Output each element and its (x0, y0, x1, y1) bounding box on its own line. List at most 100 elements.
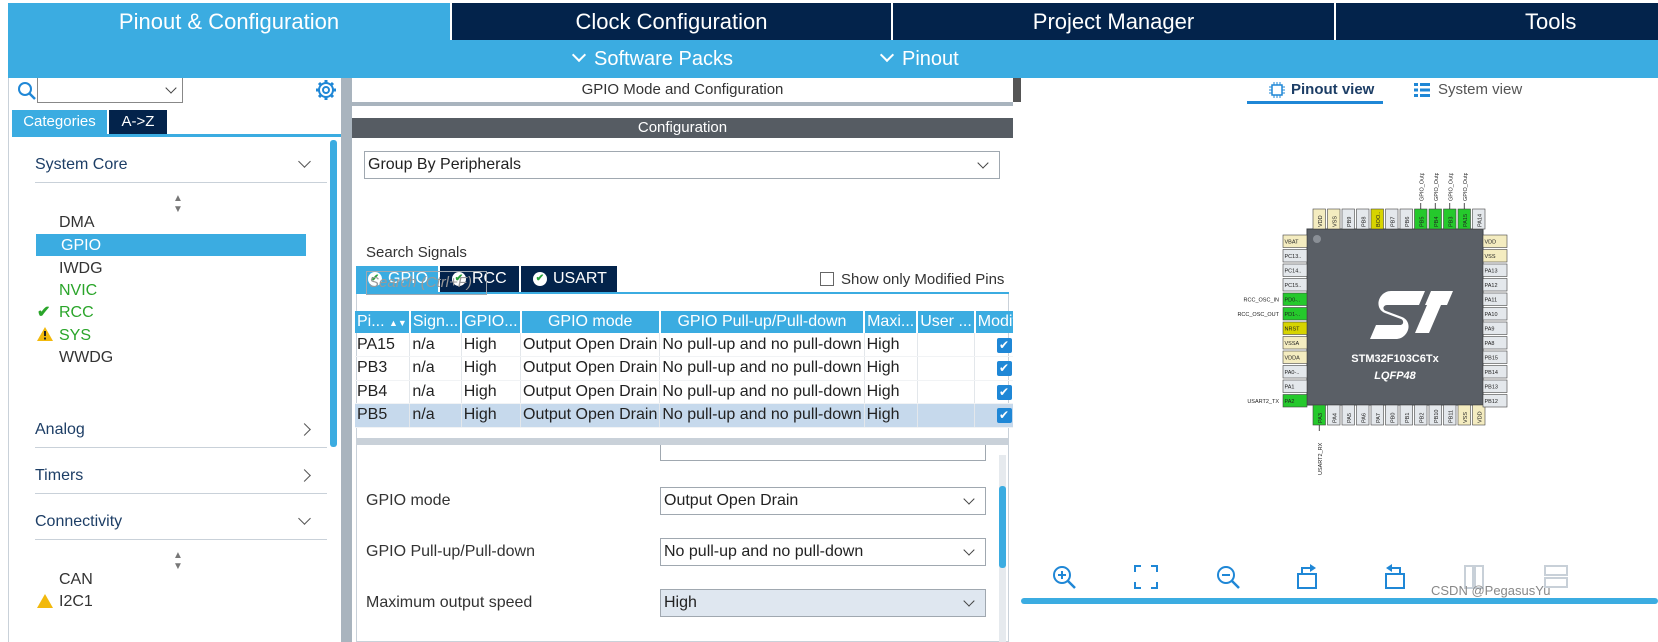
category-item[interactable]: CAN (59, 571, 93, 589)
sub-menu-bar: Software Packs Pinout (8, 40, 1658, 78)
cell-gpio-level: High (461, 403, 522, 428)
rotate-left-icon[interactable] (1378, 564, 1406, 592)
cell-user-label[interactable] (917, 403, 976, 428)
group-by-select[interactable]: Group By Peripherals (364, 151, 1000, 179)
show-modified-checkbox[interactable] (820, 272, 834, 286)
zoom-in-icon[interactable] (1050, 564, 1078, 592)
cell-signal: n/a (409, 380, 462, 404)
cell-user-label[interactable] (917, 333, 976, 357)
category-item[interactable]: IWDG (59, 260, 103, 278)
category-item[interactable]: NVIC (59, 282, 97, 300)
cell-gpio-mode: Output Open Drain (520, 403, 661, 428)
horizontal-scrollbar[interactable] (1021, 598, 1658, 604)
tab-tools[interactable]: Tools (1336, 3, 1658, 40)
pin-label: PB8 (1361, 217, 1367, 227)
pin-label: PD1-.. (1285, 312, 1301, 318)
tab-system-view[interactable]: System view (1414, 80, 1534, 102)
column-header[interactable]: Modif... (974, 311, 1013, 333)
tab-clock-configuration[interactable]: Clock Configuration (452, 3, 891, 40)
search-combo[interactable] (37, 78, 183, 103)
category-item[interactable]: SYS (59, 327, 91, 345)
search-signals-input[interactable]: Search (Ctrl+F) (366, 271, 487, 295)
search-signals-label: Search Signals (366, 244, 467, 261)
inner-splitter[interactable] (356, 438, 1009, 445)
chevron-down-icon (963, 595, 975, 607)
tab-pinout-configuration[interactable]: Pinout & Configuration (8, 3, 450, 40)
section-connectivity[interactable]: Connectivity (35, 504, 327, 540)
tab-categories[interactable]: Categories (12, 110, 107, 134)
pin-label: VBAT (1285, 239, 1300, 245)
pull-up-down-select[interactable]: No pull-up and no pull-down (660, 538, 986, 566)
sort-icon[interactable]: ▲ ▼ (173, 550, 183, 572)
category-item: GPIO (61, 237, 102, 254)
select-value: No pull-up and no pull-down (664, 543, 864, 560)
pin-label: PB0 (1390, 413, 1396, 423)
pin-label: PC14.. (1285, 268, 1302, 274)
check-circle-icon: ✔ (533, 272, 547, 286)
chevron-down-icon (879, 47, 895, 63)
cell-signal: n/a (409, 333, 462, 357)
collapse-arrow-icon[interactable] (1013, 78, 1021, 102)
pinout-menu[interactable]: Pinout (879, 40, 959, 78)
table-row[interactable]: PB3 n/a High Output Open Drain No pull-u… (355, 356, 1013, 381)
cell-gpio-mode: Output Open Drain (520, 333, 661, 357)
tab-a-z[interactable]: A->Z (109, 110, 167, 134)
section-system-core[interactable]: System Core (35, 147, 327, 183)
tab-pinout-view[interactable]: Pinout view (1247, 78, 1383, 104)
table-row-selected[interactable]: PB5 n/a High Output Open Drain No pull-u… (355, 403, 1013, 428)
column-header[interactable]: Maxi... (864, 311, 919, 333)
category-item[interactable]: WWDG (59, 349, 113, 367)
cell-gpio-level: High (461, 333, 522, 357)
table-row[interactable]: PB4 n/a High Output Open Drain No pull-u… (355, 380, 1013, 404)
pin-label: PB2 (1419, 413, 1425, 423)
chevron-down-icon (298, 512, 311, 525)
category-item[interactable]: DMA (59, 214, 95, 232)
cell-pin: PB4 (355, 380, 411, 404)
pin1-marker (1313, 235, 1321, 243)
section-label: Analog (35, 421, 85, 438)
mcu-pinout-diagram[interactable]: STM32F103C6Tx LQFP48 VDD VSS PB9 PB8 BOO.. PB7 P… (1211, 173, 1531, 503)
gear-icon[interactable] (315, 79, 337, 101)
scrollbar-thumb[interactable] (999, 486, 1006, 568)
cell-user-label[interactable] (917, 356, 976, 381)
section-label: System Core (35, 156, 128, 173)
panel-splitter[interactable] (341, 78, 352, 642)
scrollbar-thumb[interactable] (330, 140, 337, 447)
sort-icon[interactable]: ▲ ▼ (173, 193, 183, 215)
column-header[interactable]: User ... (917, 311, 976, 333)
rotate-right-icon[interactable] (1296, 564, 1324, 592)
section-analog[interactable]: Analog (35, 412, 327, 448)
pin-label: PC13.. (1285, 254, 1302, 260)
pin-label: PB1 (1405, 413, 1411, 423)
pin-label: PB14 (1485, 370, 1498, 376)
column-header[interactable]: GPIO mode (520, 311, 661, 333)
fit-screen-icon[interactable] (1132, 564, 1160, 592)
cell-user-label[interactable] (917, 380, 976, 404)
column-header[interactable]: Sign... (409, 311, 463, 333)
max-speed-select[interactable]: High (660, 589, 986, 617)
tab-usart[interactable]: ✔ USART (521, 266, 617, 292)
cell-modified: ✔ (974, 356, 1013, 381)
table-row[interactable]: PA15 n/a High Output Open Drain No pull-… (355, 333, 1013, 357)
table-header-row: Pi... ▲▼ Sign... GPIO... GPIO mode GPIO … (355, 311, 1013, 333)
search-icon[interactable] (17, 81, 37, 101)
partial-select[interactable] (660, 445, 986, 461)
chevron-down-icon (571, 47, 587, 63)
column-header[interactable]: GPIO... (461, 311, 522, 333)
section-timers[interactable]: Timers (35, 458, 327, 494)
panel-splitter[interactable] (1013, 78, 1021, 642)
category-item[interactable]: RCC (59, 304, 94, 322)
category-item[interactable]: I2C1 (59, 593, 93, 611)
signal-label: GPIO_Output (1419, 173, 1425, 201)
zoom-out-icon[interactable] (1214, 564, 1242, 592)
cell-gpio-level: High (461, 380, 522, 404)
tab-project-manager[interactable]: Project Manager (893, 3, 1334, 40)
tab-label: USART (553, 270, 607, 287)
gpio-mode-select[interactable]: Output Open Drain (660, 487, 986, 515)
column-header[interactable]: Pi... ▲▼ (355, 311, 411, 333)
software-packs-menu[interactable]: Software Packs (571, 40, 733, 78)
cell-gpio-level: High (461, 356, 522, 381)
chip-icon (1269, 82, 1285, 98)
column-header[interactable]: GPIO Pull-up/Pull-down (659, 311, 866, 333)
show-modified-label: Show only Modified Pins (841, 271, 1005, 288)
